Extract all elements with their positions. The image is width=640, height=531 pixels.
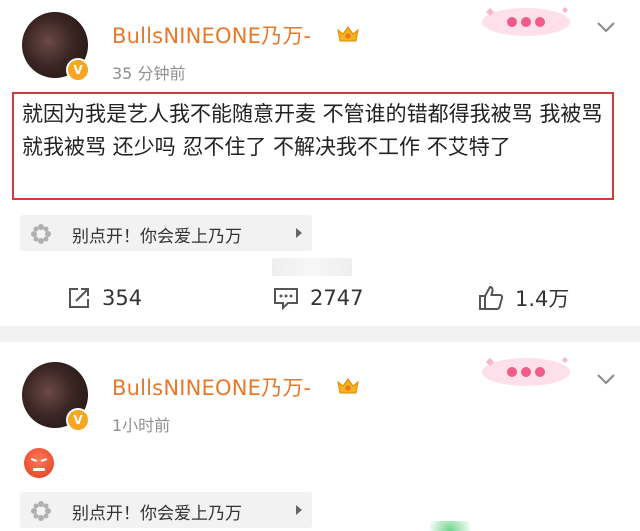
post-timestamp: 1小时前	[112, 416, 171, 435]
like-button[interactable]: 1.4万	[477, 283, 569, 313]
crown-icon[interactable]	[336, 376, 360, 396]
post-content: 就因为我是艺人我不能随意开麦 不管谁的错都得我被骂 我被骂就我被骂 还少吗 忍不…	[22, 102, 603, 159]
comment-button[interactable]: 2747	[272, 283, 363, 313]
v-badge-icon: V	[66, 58, 90, 82]
crown-icon[interactable]	[336, 24, 360, 44]
tag-label: 别点开！你会爱上乃万	[72, 504, 242, 524]
thumbs-up-icon	[479, 285, 504, 310]
post-timestamp: 35 分钟前	[112, 64, 186, 83]
decoration-dot	[430, 521, 470, 531]
arrow-right-icon	[296, 228, 302, 238]
username[interactable]: BullsNINEONE乃万-	[112, 372, 311, 402]
chevron-down-icon[interactable]	[596, 372, 616, 386]
blurred-region	[272, 258, 352, 276]
super-topic-tag[interactable]: 别点开！你会爱上乃万	[20, 492, 312, 528]
decoration-sticker-icon	[482, 357, 570, 386]
weibo-post: V BullsNINEONE乃万- 1小时前 别点开！你会爱上乃万	[0, 342, 640, 531]
arrow-right-icon	[296, 505, 302, 515]
tag-label: 别点开！你会爱上乃万	[72, 227, 242, 247]
repost-icon	[69, 288, 89, 308]
flower-icon	[31, 501, 51, 521]
repost-count: 354	[102, 286, 143, 310]
angry-face-icon	[24, 448, 54, 478]
like-count: 1.4万	[515, 287, 570, 311]
weibo-post: V BullsNINEONE乃万- 35 分钟前 就因为我是艺人我不能随意开麦 …	[0, 0, 640, 326]
comment-icon	[274, 288, 298, 311]
v-badge-icon: V	[66, 408, 90, 432]
super-topic-tag[interactable]: 别点开！你会爱上乃万	[20, 215, 312, 251]
comment-count: 2747	[310, 286, 364, 310]
flower-icon	[31, 224, 51, 244]
decoration-sticker-icon	[482, 7, 570, 36]
username[interactable]: BullsNINEONE乃万-	[112, 20, 311, 50]
repost-button[interactable]: 354	[66, 283, 142, 313]
chevron-down-icon[interactable]	[596, 20, 616, 34]
post-divider	[0, 326, 640, 342]
